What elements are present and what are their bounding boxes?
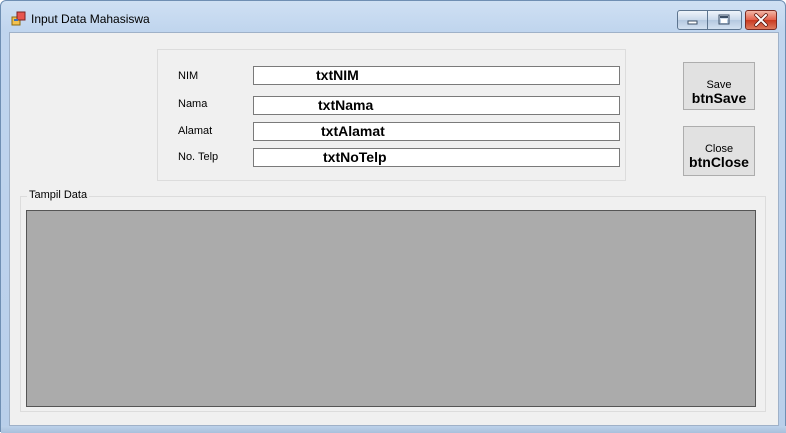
alamat-textbox-text: txtAlamat: [321, 123, 385, 139]
minimize-button[interactable]: [677, 10, 708, 30]
groupbox-title: Tampil Data: [27, 189, 90, 201]
alamat-textbox[interactable]: txtAlamat: [253, 122, 620, 141]
close-button-name: btnClose: [689, 154, 749, 170]
nama-textbox[interactable]: txtNama: [253, 96, 620, 115]
nama-textbox-text: txtNama: [318, 97, 374, 113]
notelp-textbox[interactable]: txtNoTelp: [253, 148, 620, 167]
nim-textbox-text: txtNIM: [316, 67, 359, 83]
window-title: Input Data Mahasiswa: [31, 12, 150, 26]
maximize-icon: [718, 14, 730, 25]
close-button[interactable]: [745, 10, 777, 30]
nama-label: Nama: [178, 98, 208, 110]
save-button[interactable]: Save btnSave: [683, 62, 755, 110]
close-form-button[interactable]: Close btnClose: [683, 126, 755, 176]
alamat-label: Alamat: [178, 125, 213, 137]
nim-label: NIM: [178, 70, 199, 82]
notelp-textbox-text: txtNoTelp: [323, 149, 387, 165]
nim-textbox[interactable]: txtNIM: [253, 66, 620, 85]
form-icon: [11, 11, 26, 26]
maximize-button[interactable]: [708, 10, 742, 30]
save-button-name: btnSave: [691, 90, 747, 106]
minimize-icon: [687, 20, 698, 25]
close-icon: [754, 13, 768, 27]
title-bar[interactable]: Input Data Mahasiswa: [1, 1, 785, 33]
data-grid[interactable]: [26, 210, 756, 407]
notelp-label: No. Telp: [178, 151, 219, 163]
